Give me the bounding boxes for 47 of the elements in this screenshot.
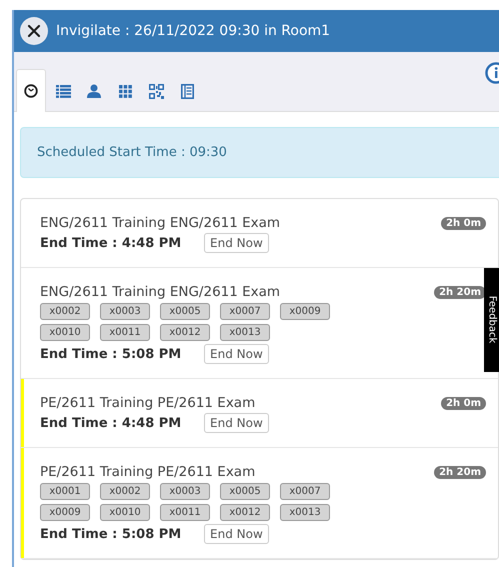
candidate-tag[interactable]: x0013 [220,324,270,341]
end-time: End Time : 4:48 PM [40,416,182,430]
list-icon [56,84,70,98]
duration-badge: 2h 0m [441,216,486,230]
end-now-button[interactable]: End Now [204,233,269,253]
scheduled-start-time: Scheduled Start Time : 09:30 [37,145,227,160]
document-icon [180,84,194,98]
exam-title: PE/2611 Training PE/2611 Exam [40,395,256,411]
candidate-tag[interactable]: x0007 [280,483,330,500]
end-time: End Time : 5:08 PM [40,346,182,362]
candidate-tag[interactable]: x0013 [280,504,330,521]
candidate-tag[interactable]: x0002 [100,483,150,500]
exam-title: ENG/2611 Training ENG/2611 Exam [40,215,280,231]
duration-badge: 2h 20m [434,466,486,478]
user-icon [87,84,101,98]
end-now-button[interactable]: End Now [204,413,269,433]
candidate-tag[interactable]: x0005 [220,483,270,500]
duration-badge: 2h 0m [441,396,486,410]
candidate-tag[interactable]: x0011 [100,324,150,341]
candidate-tag[interactable]: x0001 [40,483,90,500]
end-now-button[interactable]: End Now [204,344,269,364]
candidate-tag[interactable]: x0002 [40,303,90,320]
duration-badge: 2h 20m [434,286,486,298]
candidate-tag[interactable]: x0005 [160,303,210,320]
candidate-tag[interactable]: x0003 [160,483,210,500]
candidate-tag[interactable]: x0003 [100,303,150,320]
grid-icon [118,84,132,98]
candidate-tag[interactable]: x0012 [220,504,270,521]
exam-title: ENG/2611 Training ENG/2611 Exam [40,284,280,300]
end-time: End Time : 4:48 PM [40,236,182,250]
close-button[interactable] [20,17,48,45]
exam-title: PE/2611 Training PE/2611 Exam [40,464,256,480]
close-icon [27,24,41,38]
feedback-tab[interactable]: Feedback [484,268,499,372]
candidate-tag[interactable]: x0011 [160,504,210,521]
candidate-tag[interactable]: x0010 [100,504,150,521]
candidate-tag[interactable]: x0010 [40,324,90,341]
end-time: End Time : 5:08 PM [40,526,182,542]
qr-code-icon [148,84,164,98]
candidate-tag[interactable]: x0012 [160,324,210,341]
window-title: Invigilate : 26/11/2022 09:30 in Room1 [56,23,330,39]
candidate-tag[interactable]: x0009 [280,303,330,320]
tab[interactable] [16,69,46,112]
candidate-tag[interactable]: x0009 [40,504,90,521]
clock-icon [24,84,38,98]
candidate-tag[interactable]: x0007 [220,303,270,320]
end-now-button[interactable]: End Now [204,524,269,544]
